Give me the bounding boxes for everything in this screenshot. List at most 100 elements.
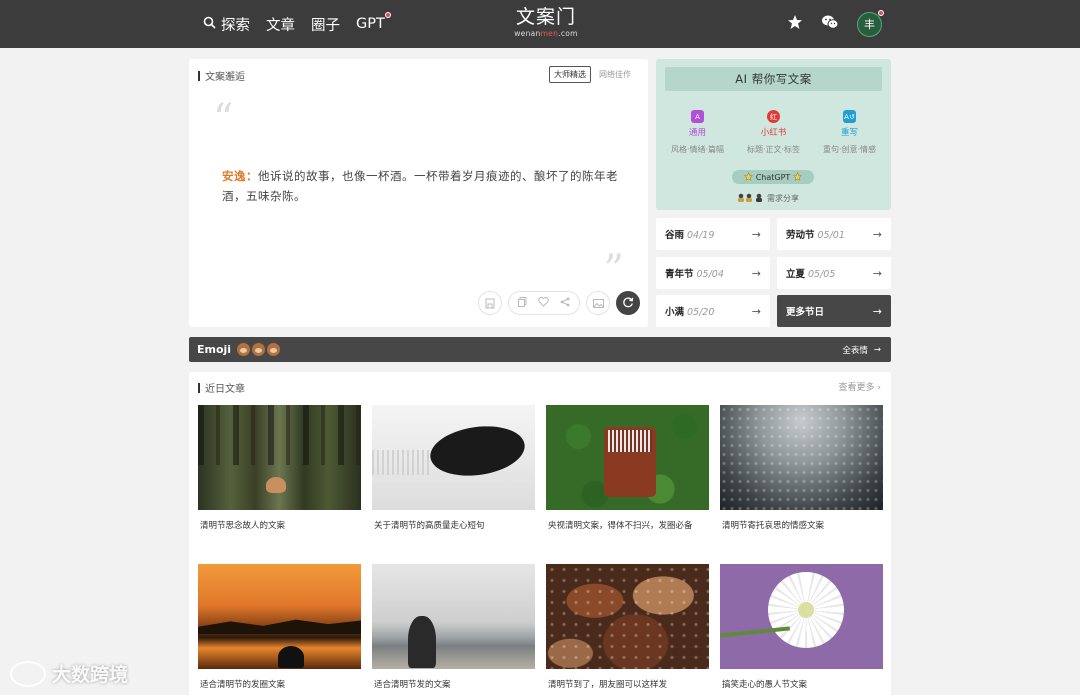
notification-dot	[384, 12, 391, 18]
article-card[interactable]: 清明节到了，朋友圈可以这样发	[546, 564, 709, 690]
article-card[interactable]: 关于清明节的高质量走心短句	[372, 405, 535, 531]
monkey-emoji-icons	[237, 343, 281, 356]
ai-writer-title[interactable]: AI 帮你写文案	[665, 67, 882, 91]
festival-date: 05/04	[696, 269, 724, 280]
avatar-text: 丰	[864, 18, 875, 31]
recent-articles-section: 近日文章 查看更多 › 清明节思念故人的文案 关于清明节的高质量走心短句 央视清…	[189, 372, 891, 695]
all-emoji-label: 全表情	[842, 345, 868, 356]
article-card[interactable]: 适合清明节的发圈文案	[198, 564, 361, 690]
title-bar	[198, 382, 200, 393]
header-actions: 丰	[787, 0, 884, 48]
more-festivals-button[interactable]: 更多节日 →	[777, 295, 891, 327]
article-card[interactable]: 适合清明节发的文案	[372, 564, 535, 690]
festival-lixia[interactable]: 立夏 05/05 →	[777, 257, 891, 289]
nav-explore-label: 探索	[221, 17, 250, 34]
festival-name: 谷雨	[665, 230, 685, 241]
article-card[interactable]: 央视清明文案，得体不扫兴，发圈必备	[546, 405, 709, 531]
logo-subtitle: wenanmen.com	[514, 29, 578, 38]
star-icon[interactable]	[787, 14, 803, 34]
search-icon	[203, 16, 216, 33]
nav-articles[interactable]: 文章	[266, 14, 295, 35]
tab-web-works[interactable]: 网络佳作	[595, 67, 635, 82]
image-icon[interactable]	[586, 291, 610, 315]
chatgpt-pill[interactable]: ChatGPT	[732, 170, 814, 184]
close-quote-icon: ”	[603, 247, 624, 293]
article-caption: 搞笑走心的愚人节文案	[722, 680, 808, 690]
festival-name: 立夏	[786, 269, 806, 280]
top-navbar: 探索 文章 圈子 GPT 文案门 wenanmen.com 丰	[0, 0, 1080, 48]
monkey-icon	[237, 343, 251, 356]
ai-option-rewrite[interactable]: A↺ 重写 重句·创意·情感	[812, 110, 887, 155]
ai-option-label: 小红书	[760, 128, 787, 138]
more-festivals-label: 更多节日	[786, 307, 825, 318]
heart-icon[interactable]	[538, 296, 549, 310]
ai-option-xiaohongshu[interactable]: 红 小红书 标题·正文·标签	[736, 110, 811, 155]
ai-option-desc: 风格·情绪·篇幅	[670, 145, 725, 154]
arrow-right-icon: →	[751, 304, 761, 318]
quote-card: 文案邂逅 大师精选 网络佳作 “ 安逸：他诉说的故事，也像一杯酒。一杯带着岁月痕…	[189, 59, 648, 327]
watermark: 大数跨境	[10, 660, 128, 687]
copy-icon[interactable]	[518, 296, 527, 310]
festival-xiaoman[interactable]: 小满 05/20 →	[656, 295, 770, 327]
site-logo[interactable]: 文案门 wenanmen.com	[514, 6, 578, 38]
festival-date: 05/05	[808, 269, 836, 280]
demand-share-link[interactable]: 需求分享	[737, 193, 799, 204]
open-quote-icon: “	[213, 96, 234, 142]
ai-option-label: 重写	[840, 128, 858, 138]
article-image-sunset	[198, 564, 361, 669]
save-icon[interactable]	[478, 291, 502, 315]
quote-card-title-text: 文案邂逅	[205, 72, 245, 83]
emoji-bar-title: Emoji	[197, 343, 281, 356]
title-bar	[198, 70, 200, 81]
tab-masters[interactable]: 大师精选	[549, 66, 591, 83]
article-image-kalimba	[546, 405, 709, 510]
festival-date: 04/19	[687, 230, 715, 241]
quote-body: 他诉说的故事，也像一杯酒。一杯带着岁月痕迹的、酿坏了的陈年老酒，五味杂陈。	[222, 169, 618, 203]
nav-gpt[interactable]: GPT	[356, 12, 391, 32]
festival-labor-day[interactable]: 劳动节 05/01 →	[777, 218, 891, 250]
ai-option-desc: 标题·正文·标签	[746, 145, 801, 154]
quote-card-title: 文案邂逅	[198, 68, 245, 83]
chatgpt-label: ChatGPT	[755, 172, 791, 182]
users-icon	[737, 193, 765, 204]
article-caption: 适合清明节的发圈文案	[200, 680, 286, 690]
monkey-icon	[252, 343, 266, 356]
ai-option-general[interactable]: A 通用 风格·情绪·篇幅	[660, 110, 735, 155]
recent-articles-title-text: 近日文章	[205, 384, 245, 395]
view-more-label: 查看更多	[838, 383, 875, 393]
refresh-button[interactable]	[616, 291, 640, 315]
watermark-logo-icon	[10, 660, 46, 687]
article-card[interactable]: 搞笑走心的愚人节文案	[720, 564, 883, 690]
arrow-right-icon: →	[872, 304, 882, 318]
notification-dot	[878, 9, 884, 16]
emoji-bar[interactable]: Emoji 全表情 →	[189, 337, 891, 362]
quote-tabs: 大师精选 网络佳作	[549, 66, 635, 83]
monkey-icon	[267, 343, 281, 356]
quote-author[interactable]: 安逸：	[222, 169, 258, 183]
festival-date: 05/01	[817, 230, 845, 241]
share-icon[interactable]	[560, 297, 570, 310]
article-card[interactable]: 清明节思念故人的文案	[198, 405, 361, 531]
rewrite-icon: A↺	[843, 110, 856, 123]
article-card[interactable]: 清明节寄托哀思的情感文案	[720, 405, 883, 531]
festival-name: 小满	[665, 307, 685, 318]
article-image-seaside	[372, 564, 535, 669]
all-emoji-link[interactable]: 全表情 →	[842, 344, 881, 356]
ai-option-desc: 重句·创意·情感	[822, 145, 877, 154]
nav-explore[interactable]: 探索	[203, 14, 250, 35]
view-more-link[interactable]: 查看更多 ›	[839, 380, 882, 393]
avatar[interactable]: 丰	[857, 9, 884, 37]
article-image-leaves	[546, 564, 709, 669]
arrow-right-icon: →	[872, 266, 882, 280]
nav-circles[interactable]: 圈子	[311, 14, 340, 35]
article-caption: 适合清明节发的文案	[374, 680, 451, 690]
wechat-icon[interactable]	[821, 14, 839, 34]
nav-articles-label: 文章	[266, 17, 295, 34]
article-image-flower	[720, 564, 883, 669]
festival-youth-day[interactable]: 青年节 05/04 →	[656, 257, 770, 289]
arrow-right-icon: →	[872, 227, 882, 241]
article-image-forest	[198, 405, 361, 510]
festival-guyu[interactable]: 谷雨 04/19 →	[656, 218, 770, 250]
main-nav: 探索 文章 圈子 GPT	[203, 0, 391, 48]
article-caption: 清明节思念故人的文案	[200, 521, 286, 531]
